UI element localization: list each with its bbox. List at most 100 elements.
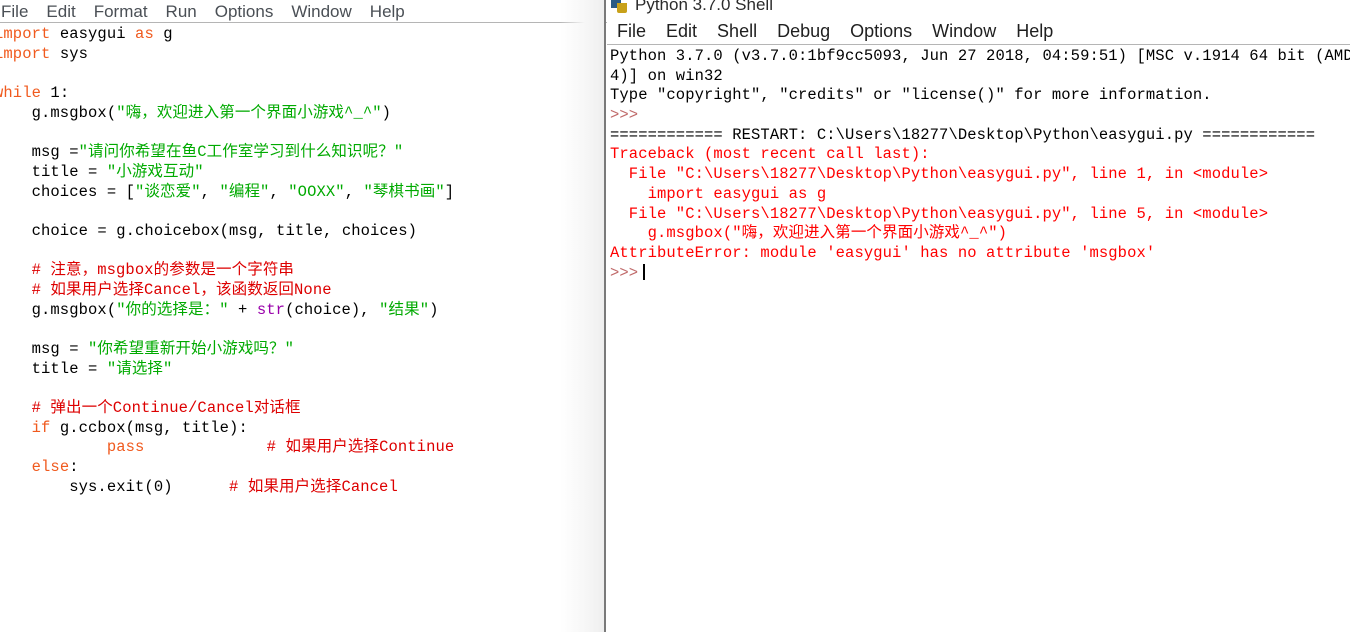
code-token: # 如果用户选择Cancel: [229, 477, 398, 496]
code-token: str: [256, 300, 286, 319]
code-token: 1:: [41, 84, 70, 103]
code-token: easygui: [50, 25, 136, 43]
shell-output-area[interactable]: Python 3.7.0 (v3.7.0:1bf9cc5093, Jun 27 …: [607, 45, 1350, 632]
code-token: Traceback (most recent call last):: [610, 145, 930, 164]
python-logo-icon: [611, 0, 629, 14]
code-token: sys.exit(0): [0, 477, 230, 496]
code-token: title =: [0, 162, 107, 181]
editor-code-line: pass # 如果用户选择Continue: [0, 438, 454, 458]
editor-code-line: # 注意，msgbox的参数是一个字符串: [0, 261, 454, 281]
code-token: import: [0, 25, 51, 43]
editor-code-line: g.msgbox("你的选择是：" + str(choice), "结果"): [0, 301, 454, 321]
shell-menu-edit[interactable]: Edit: [656, 21, 707, 42]
editor-menubar[interactable]: File Edit Format Run Options Window Help: [0, 0, 599, 22]
code-token: # 弹出一个Continue/Cancel对话框: [0, 399, 301, 418]
idle-editor-window: FileEditFormatRunOptionsWindowHelp impor…: [0, 0, 607, 632]
shell-menu-debug[interactable]: Debug: [767, 21, 840, 42]
shell-output-line: Python 3.7.0 (v3.7.0:1bf9cc5093, Jun 27 …: [610, 47, 1350, 67]
editor-menu-edit[interactable]: Edit: [37, 2, 84, 22]
code-token: while: [0, 84, 42, 103]
editor-menu-help[interactable]: Help: [361, 2, 414, 22]
shell-menu-window[interactable]: Window: [922, 21, 1006, 42]
editor-code-line: [0, 202, 454, 222]
code-token: choice = g.choicebox(msg, title, choices…: [0, 221, 418, 240]
code-token: File "C:\Users\18277\Desktop\Python\easy…: [610, 165, 1269, 184]
code-token: import easygui as g: [610, 184, 827, 203]
editor-code-line: choices = ["谈恋爱", "编程", "OOXX", "琴棋书画"]: [0, 183, 454, 203]
editor-code-line: title = "小游戏互动": [0, 163, 454, 183]
code-token: as: [135, 25, 154, 43]
shell-menu-options[interactable]: Options: [840, 21, 922, 42]
code-token: "谈恋爱": [135, 182, 201, 201]
code-token: :: [69, 458, 79, 477]
editor-code-line: # 如果用户选择Cancel，该函数返回None: [0, 281, 454, 301]
shell-output-line: AttributeError: module 'easygui' has no …: [610, 244, 1350, 264]
code-token: >>>: [610, 263, 639, 282]
code-token: choices = [: [0, 182, 136, 201]
editor-text-area[interactable]: import easygui as gimport sys while 1: g…: [0, 23, 607, 632]
code-token: Python 3.7.0 (v3.7.0:1bf9cc5093, Jun 27 …: [610, 47, 1350, 65]
editor-window-right-border: [604, 0, 606, 632]
code-token: ]: [444, 182, 455, 201]
code-token: import: [0, 44, 51, 63]
shell-menubar[interactable]: File Edit Shell Debug Options Window Help: [607, 18, 1350, 44]
code-token: "OOXX": [288, 182, 345, 201]
editor-code-line: import sys: [0, 45, 454, 65]
shell-title-bar[interactable]: Python 3.7.0 Shell: [607, 0, 1350, 18]
editor-code-line: title = "请选择": [0, 360, 454, 380]
editor-code-line: sys.exit(0) # 如果用户选择Cancel: [0, 478, 454, 498]
code-token: sys: [50, 44, 89, 63]
code-token: ,: [269, 182, 289, 201]
code-token: # 注意，msgbox的参数是一个字符串: [0, 261, 295, 280]
text-cursor: [643, 263, 646, 280]
code-token: +: [228, 300, 257, 319]
editor-code-line: choice = g.choicebox(msg, title, choices…: [0, 222, 454, 242]
code-token: "琴棋书画": [363, 182, 445, 201]
editor-code-line: else:: [0, 458, 454, 478]
code-token: "编程": [219, 182, 270, 201]
code-token: "结果": [379, 300, 430, 319]
code-token: ): [429, 300, 439, 319]
editor-code-line: if g.ccbox(msg, title):: [0, 419, 454, 439]
code-token: if: [31, 418, 51, 437]
code-token: File "C:\Users\18277\Desktop\Python\easy…: [610, 204, 1269, 223]
shell-output-line: Type "copyright", "credits" or "license(…: [610, 86, 1350, 106]
editor-code-line: while 1:: [0, 84, 454, 104]
editor-menu-file[interactable]: File: [0, 2, 37, 22]
editor-code-line: g.msgbox("嗨，欢迎进入第一个界面小游戏^_^"): [0, 104, 454, 124]
code-token: AttributeError: module 'easygui' has no …: [610, 243, 1156, 262]
code-token: else: [31, 458, 70, 477]
editor-menu-window[interactable]: Window: [282, 2, 360, 22]
editor-menu-run[interactable]: Run: [157, 2, 206, 22]
shell-menu-shell[interactable]: Shell: [707, 21, 767, 42]
editor-code-line: msg = "你希望重新开始小游戏吗？": [0, 340, 454, 360]
code-token: ,: [200, 182, 220, 201]
shell-output-line: Traceback (most recent call last):: [610, 145, 1350, 165]
screen: FileEditFormatRunOptionsWindowHelp impor…: [0, 0, 1350, 632]
editor-code-line: [0, 320, 454, 340]
editor-code-line: [0, 64, 454, 84]
editor-code-line: # 弹出一个Continue/Cancel对话框: [0, 399, 454, 419]
editor-menu-format[interactable]: Format: [85, 2, 157, 22]
editor-code-line: [0, 242, 454, 262]
code-token: ============ RESTART: C:\Users\18277\Des…: [610, 125, 1316, 144]
code-token: "请问你希望在鱼C工作室学习到什么知识呢？": [78, 143, 404, 162]
shell-menu-help[interactable]: Help: [1006, 21, 1063, 42]
code-token: pass: [106, 438, 145, 457]
editor-menu-options[interactable]: Options: [206, 2, 283, 22]
code-token: g.ccbox(msg, title):: [50, 418, 248, 437]
code-token: Type "copyright", "credits" or "license(…: [610, 86, 1212, 105]
code-token: >>>: [610, 106, 639, 125]
python-shell-window: Python 3.7.0 Shell File Edit Shell Debug Opt…: [607, 0, 1350, 632]
code-token: (choice),: [285, 300, 380, 319]
code-token: ,: [344, 182, 364, 201]
shell-output-line: import easygui as g: [610, 185, 1350, 205]
code-token: "你的选择是：": [116, 300, 229, 319]
shell-menu-file[interactable]: File: [607, 21, 656, 42]
code-token: "小游戏互动": [106, 162, 204, 181]
code-token: # 如果用户选择Continue: [266, 438, 455, 457]
